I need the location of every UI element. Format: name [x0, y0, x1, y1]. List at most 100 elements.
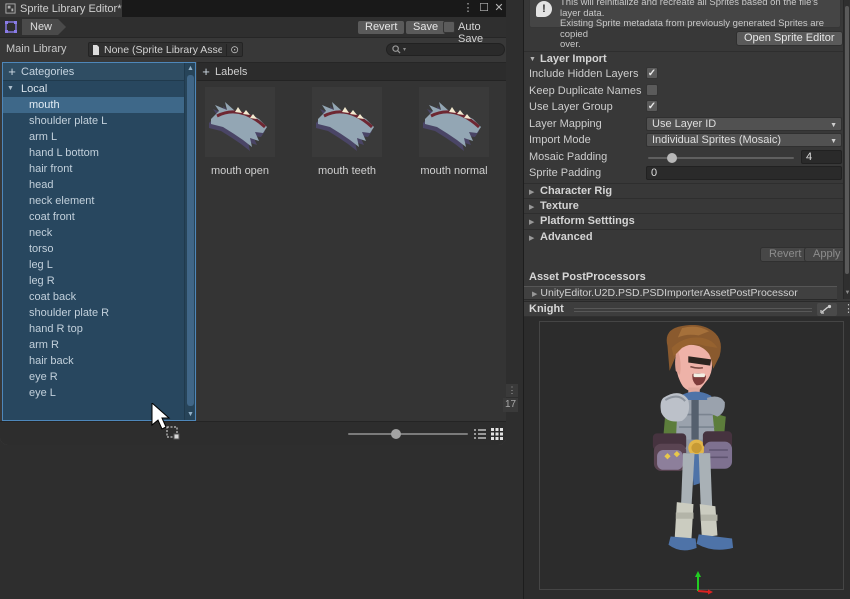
library-toolbar: New Revert Save Auto Save [0, 17, 506, 38]
category-item-leg-r[interactable]: leg R [3, 273, 184, 289]
category-item-neck[interactable]: neck [3, 225, 184, 241]
revert-button[interactable]: Revert [357, 20, 405, 35]
auto-save-checkbox[interactable] [443, 21, 455, 33]
save-button[interactable]: Save [405, 20, 446, 35]
label-name: mouth teeth [312, 165, 382, 177]
scrollbar-thumb[interactable] [187, 75, 194, 406]
foldout-arrow-icon: ▶ [529, 188, 534, 196]
scroll-up-icon[interactable]: ▲ [185, 65, 196, 72]
main-library-value: None (Sprite Library Asset) [104, 44, 222, 56]
section-label: Texture [540, 200, 579, 212]
new-breadcrumb-button[interactable]: New [22, 19, 66, 35]
mouth-sprite-image [205, 87, 275, 157]
category-item-eye-l[interactable]: eye L [3, 385, 184, 401]
section-character-rig[interactable]: ▶Character Rig [524, 183, 844, 198]
row-use-layer-group: Use Layer Group ✓ [524, 99, 844, 115]
label-tile-mouth-open[interactable]: mouth open [205, 87, 275, 177]
keep-duplicate-names-label: Keep Duplicate Names [529, 85, 642, 97]
thumbnail-size-slider[interactable] [348, 433, 468, 435]
tab-sprite-library-editor[interactable]: Sprite Library Editor* [0, 0, 122, 17]
layer-import-section[interactable]: ▼ Layer Import [524, 51, 844, 66]
main-library-object-field[interactable]: None (Sprite Library Asset) ⊙ [88, 42, 243, 57]
inspector-scrollbar[interactable]: ▼ [843, 0, 850, 299]
main-library-row: Main Library None (Sprite Library Asset)… [0, 38, 506, 60]
category-item-torso[interactable]: torso [3, 241, 184, 257]
category-item-hand-l-bottom[interactable]: hand L bottom [3, 145, 184, 161]
asset-page-icon [92, 45, 100, 55]
layer-mapping-dropdown[interactable]: Use Layer ID [646, 117, 842, 131]
add-category-icon[interactable]: + [3, 64, 21, 79]
category-item-shoulder-plate-r[interactable]: shoulder plate R [3, 305, 184, 321]
use-layer-group-checkbox[interactable]: ✓ [646, 100, 658, 112]
use-layer-group-label: Use Layer Group [529, 101, 613, 113]
foldout-arrow-icon: ▶ [529, 203, 534, 211]
preview-menu-icon[interactable]: ⋮ [843, 302, 850, 315]
row-import-mode: Import ModeIndividual Sprites (Mosaic) [524, 132, 844, 148]
labels-panel: + Labels mouth openmouth teethmouth norm… [197, 62, 506, 421]
tab-strip: Sprite Library Editor* ⋮ ☐ ✕ [0, 0, 506, 17]
mosaic-padding-value-field[interactable]: 4 [801, 150, 842, 164]
inspector-scroll-down-icon[interactable]: ▼ [844, 290, 850, 296]
mosaic-padding-label: Mosaic Padding [529, 151, 607, 163]
category-item-arm-l[interactable]: arm L [3, 129, 184, 145]
add-label-icon[interactable]: + [197, 64, 215, 79]
category-item-leg-l[interactable]: leg L [3, 257, 184, 273]
categories-scrollbar[interactable]: ▲ ▼ [184, 63, 195, 420]
inspector-panel: ! This will reinitialize and recreate al… [523, 0, 850, 599]
row-include-hidden-layers: Include Hidden Layers✓ [524, 66, 844, 82]
category-item-head[interactable]: head [3, 177, 184, 193]
keep-duplicate-names-checkbox[interactable] [646, 84, 658, 96]
category-item-coat-back[interactable]: coat back [3, 289, 184, 305]
sprite-thumbnail[interactable] [205, 87, 275, 157]
window-menu-icon[interactable]: ⋮ [461, 2, 475, 15]
inspector-revert-button[interactable]: Revert [760, 247, 810, 262]
categories-header: + Categories [3, 63, 195, 81]
foldout-arrow-icon: ▶ [529, 234, 534, 242]
sprite-padding-label: Sprite Padding [529, 167, 601, 179]
close-icon[interactable]: ✕ [492, 2, 506, 15]
sprite-padding-field[interactable]: 0 [646, 166, 842, 180]
category-item-hand-r-top[interactable]: hand R top [3, 321, 184, 337]
scroll-down-icon[interactable]: ▼ [185, 411, 196, 418]
preview-title: Knight [529, 303, 564, 315]
categories-list: Local mouthshoulder plate Larm Lhand L b… [3, 81, 184, 420]
mouth-sprite-image [419, 87, 489, 157]
background-window-count: 17 [503, 398, 518, 412]
grid-view-icon[interactable] [490, 427, 504, 441]
postprocessor-name: UnityEditor.U2D.PSD.PSDImporterAssetPost… [540, 287, 797, 299]
category-item-mouth[interactable]: mouth [3, 97, 184, 113]
import-mode-dropdown[interactable]: Individual Sprites (Mosaic) [646, 133, 842, 147]
label-tile-mouth-normal[interactable]: mouth normal [419, 87, 489, 177]
postprocessor-foldout[interactable]: ▶UnityEditor.U2D.PSD.PSDImporterAssetPos… [524, 286, 837, 300]
list-view-icon[interactable] [473, 427, 487, 441]
section-platform-setttings[interactable]: ▶Platform Setttings [524, 213, 844, 228]
preview-header[interactable]: Knight ⋮ [524, 301, 850, 317]
preview-area[interactable] [524, 317, 850, 599]
label-tile-mouth-teeth[interactable]: mouth teeth [312, 87, 382, 177]
category-item-shoulder-plate-l[interactable]: shoulder plate L [3, 113, 184, 129]
inspector-scrollbar-thumb[interactable] [845, 6, 849, 274]
category-item-hair-front[interactable]: hair front [3, 161, 184, 177]
maximize-icon[interactable]: ☐ [477, 2, 491, 15]
label-search-field[interactable]: ▾ [386, 43, 505, 56]
section-texture[interactable]: ▶ Texture [524, 198, 844, 213]
sprite-library-asset-icon [4, 20, 18, 34]
open-sprite-editor-button[interactable]: Open Sprite Editor [736, 31, 843, 46]
include-hidden-layers-checkbox[interactable]: ✓ [646, 67, 658, 79]
category-item-coat-front[interactable]: coat front [3, 209, 184, 225]
mosaic-padding-slider-thumb[interactable] [667, 153, 677, 163]
section-advanced[interactable]: ▶Advanced [524, 229, 844, 244]
preview-pin-button[interactable] [817, 303, 837, 316]
foldout-arrow-icon: ▶ [529, 218, 534, 226]
sprite-thumbnail[interactable] [419, 87, 489, 157]
category-item-arm-r[interactable]: arm R [3, 337, 184, 353]
category-group-local[interactable]: Local [3, 81, 184, 97]
object-picker-icon[interactable]: ⊙ [226, 44, 239, 56]
screen: Sprite Library Editor* ⋮ ☐ ✕ New Revert … [0, 0, 850, 599]
category-item-hair-back[interactable]: hair back [3, 353, 184, 369]
category-item-neck-element[interactable]: neck element [3, 193, 184, 209]
tab-title: Sprite Library Editor* [20, 3, 122, 15]
thumbnail-size-slider-thumb[interactable] [391, 429, 401, 439]
sprite-thumbnail[interactable] [312, 87, 382, 157]
category-item-eye-r[interactable]: eye R [3, 369, 184, 385]
